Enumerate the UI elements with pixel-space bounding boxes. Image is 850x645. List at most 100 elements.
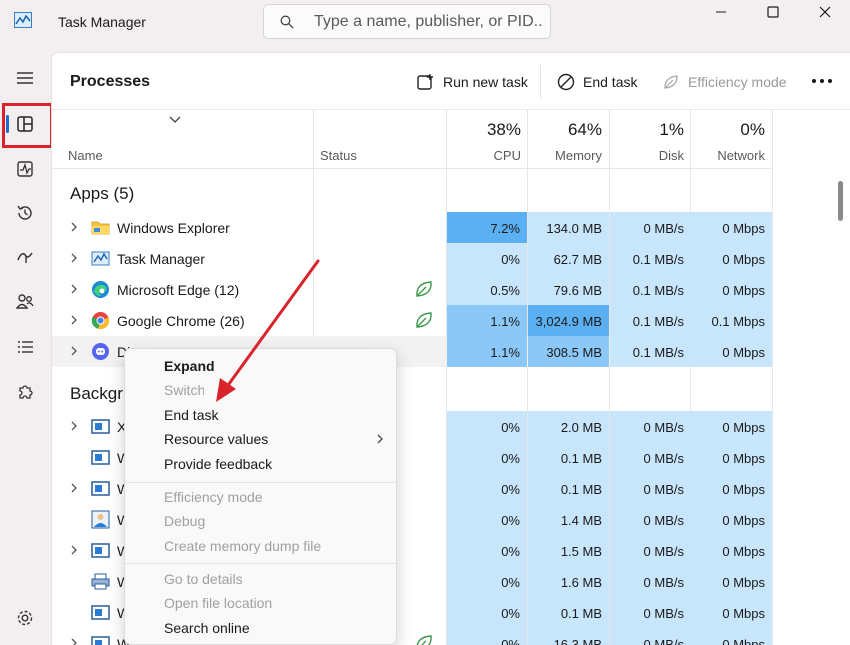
- chevron-right-icon[interactable]: [70, 345, 78, 357]
- memory-cell: 308.5 MB: [528, 336, 609, 367]
- run-new-task-label: Run new task: [443, 74, 528, 90]
- column-header-cpu[interactable]: 38% CPU: [446, 120, 521, 163]
- network-cell: 0 Mbps: [691, 411, 772, 442]
- column-header-memory[interactable]: 64% Memory: [527, 120, 602, 163]
- memory-cell: 1.5 MB: [528, 535, 609, 566]
- process-name: Windows Explorer: [117, 220, 230, 236]
- efficiency-mode-button[interactable]: Efficiency mode: [662, 71, 787, 93]
- memory-cell: 0.1 MB: [528, 473, 609, 504]
- process-name: Google Chrome (26): [117, 313, 245, 329]
- search-box[interactable]: [263, 4, 551, 39]
- chevron-right-icon[interactable]: [70, 420, 78, 432]
- run-task-icon: [417, 74, 433, 90]
- cpu-cell: 0%: [447, 504, 527, 535]
- vertical-scrollbar[interactable]: [838, 181, 843, 221]
- task-manager-app-icon: [14, 12, 32, 28]
- disk-cell: 0 MB/s: [610, 628, 691, 645]
- close-button[interactable]: [802, 0, 848, 24]
- group-header-apps: Apps (5): [70, 184, 135, 203]
- disk-cell: 0 MB/s: [610, 566, 691, 597]
- folder-icon: [91, 221, 110, 235]
- memory-cell: 1.6 MB: [528, 566, 609, 597]
- menu-item-resource-values[interactable]: Resource values: [164, 431, 268, 447]
- cpu-cell: 0%: [447, 597, 527, 628]
- table-row[interactable]: Task Manager 0% 62.7 MB 0.1 MB/s 0 Mbps: [52, 243, 772, 274]
- menu-item-expand[interactable]: Expand: [164, 358, 215, 374]
- nav-startup-apps[interactable]: [5, 239, 45, 275]
- disk-cell: 0 MB/s: [610, 473, 691, 504]
- nav-services[interactable]: [5, 374, 45, 410]
- column-header-status[interactable]: Status: [320, 148, 357, 163]
- column-header-network[interactable]: 0% Network: [690, 120, 765, 163]
- chevron-right-icon[interactable]: [70, 221, 78, 233]
- chevron-right-icon[interactable]: [70, 482, 78, 494]
- cpu-cell: 0%: [447, 628, 527, 645]
- menu-button[interactable]: [5, 60, 45, 96]
- more-dot: [812, 79, 816, 83]
- disk-cell: 0 MB/s: [610, 411, 691, 442]
- network-cell: 0 Mbps: [691, 336, 772, 367]
- table-row[interactable]: Windows Explorer 7.2% 134.0 MB 0 MB/s 0 …: [52, 212, 772, 243]
- efficiency-mode-label: Efficiency mode: [688, 74, 787, 90]
- chevron-right-icon[interactable]: [70, 314, 78, 326]
- cpu-label: CPU: [493, 148, 521, 163]
- chevron-right-icon[interactable]: [70, 544, 78, 556]
- end-task-label: End task: [583, 74, 638, 90]
- group-header-background: Backgr: [70, 384, 123, 403]
- hamburger-icon: [17, 72, 33, 84]
- menu-item-go-to-details[interactable]: Go to details: [164, 571, 243, 587]
- network-cell: 0 Mbps: [691, 597, 772, 628]
- cpu-cell: 0%: [447, 473, 527, 504]
- column-header-name[interactable]: Name: [68, 148, 103, 163]
- menu-item-search-online[interactable]: Search online: [164, 620, 250, 636]
- minimize-button[interactable]: [698, 0, 744, 24]
- app-window-icon: [91, 636, 110, 645]
- menu-item-provide-feedback[interactable]: Provide feedback: [164, 456, 272, 472]
- app-window-icon: [91, 419, 110, 434]
- memory-total: 64%: [567, 120, 602, 139]
- nav-details[interactable]: [5, 329, 45, 365]
- more-options-button[interactable]: [812, 79, 832, 83]
- menu-item-debug[interactable]: Debug: [164, 513, 205, 529]
- cpu-cell: 0%: [447, 442, 527, 473]
- network-total: 0%: [740, 120, 765, 139]
- services-puzzle-icon: [19, 385, 33, 399]
- chevron-right-icon[interactable]: [70, 283, 78, 295]
- chevron-right-icon[interactable]: [70, 637, 78, 645]
- app-window-icon: [91, 543, 110, 558]
- nav-processes[interactable]: [5, 106, 45, 142]
- cpu-cell: 7.2%: [447, 212, 527, 243]
- cpu-cell: 1.1%: [447, 305, 527, 336]
- search-icon: [280, 15, 294, 29]
- users-icon: [15, 294, 34, 309]
- end-task-button[interactable]: End task: [557, 71, 637, 93]
- maximize-button[interactable]: [750, 0, 796, 24]
- window-title: Task Manager: [58, 14, 146, 30]
- menu-item-create-dump[interactable]: Create memory dump file: [164, 538, 321, 554]
- column-header-disk[interactable]: 1% Disk: [609, 120, 684, 163]
- menu-item-open-file-location[interactable]: Open file location: [164, 595, 272, 611]
- run-new-task-button[interactable]: Run new task: [417, 71, 528, 93]
- minimize-icon: [716, 11, 726, 13]
- nav-users[interactable]: [5, 283, 45, 319]
- nav-app-history[interactable]: [5, 195, 45, 231]
- search-input[interactable]: [314, 12, 544, 32]
- submenu-chevron-right-icon: [377, 434, 383, 444]
- disk-cell: 0.1 MB/s: [610, 336, 691, 367]
- memory-cell: 1.4 MB: [528, 504, 609, 535]
- table-row[interactable]: Google Chrome (26) 1.1% 3,024.9 MB 0.1 M…: [52, 305, 772, 336]
- nav-settings[interactable]: [5, 600, 45, 636]
- sort-chevron-down-icon[interactable]: [169, 116, 181, 124]
- page-title: Processes: [70, 73, 151, 90]
- disk-label: Disk: [658, 148, 684, 163]
- more-dot: [828, 79, 832, 83]
- menu-item-efficiency-mode[interactable]: Efficiency mode: [164, 489, 263, 505]
- menu-item-switch-to[interactable]: Switch to: [164, 382, 204, 398]
- more-dot: [820, 79, 824, 83]
- nav-performance[interactable]: [5, 151, 45, 187]
- disk-cell: 0 MB/s: [610, 442, 691, 473]
- table-row[interactable]: Microsoft Edge (12) 0.5% 79.6 MB 0.1 MB/…: [52, 274, 772, 305]
- chevron-right-icon[interactable]: [70, 252, 78, 264]
- menu-item-end-task[interactable]: End task: [164, 407, 218, 423]
- network-cell: 0 Mbps: [691, 566, 772, 597]
